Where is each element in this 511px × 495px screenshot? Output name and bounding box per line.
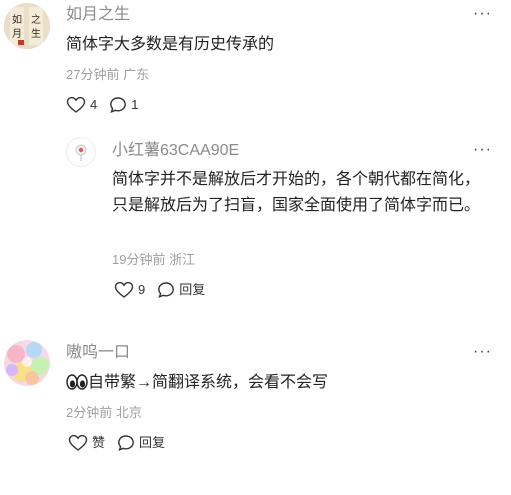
svg-text:生: 生 — [31, 27, 41, 40]
comment-actions: 4 1 — [66, 96, 150, 114]
comment-text: 自带繁→简翻译系统，会看不会写 — [66, 370, 466, 400]
comment-location: 浙江 — [169, 252, 196, 267]
comment-meta: 27分钟前 广东 — [66, 66, 149, 84]
like-label: 赞 — [92, 435, 106, 450]
comment-text: 简体字并不是解放后才开始的，各个朝代都在简化，只是解放后为了扫盲，国家全面使用了… — [112, 171, 481, 214]
svg-text:之: 之 — [31, 13, 41, 26]
heart-outline-icon — [66, 96, 86, 113]
comment-text-body: 自带繁→简翻译系统，会看不会写 — [88, 374, 329, 391]
avatar-image-icon — [4, 340, 50, 386]
eyes-emoji-icon — [66, 374, 88, 390]
reply-count: 1 — [131, 97, 139, 112]
default-avatar-icon — [75, 144, 87, 161]
comment-actions: 赞 回复 — [68, 434, 177, 452]
comment-time: 19分钟前 — [112, 252, 166, 267]
speech-bubble-icon — [158, 282, 175, 299]
comment-meta: 2分钟前 北京 — [66, 404, 142, 422]
like-count: 9 — [138, 282, 146, 297]
reply-label: 回复 — [179, 282, 206, 297]
reply-button[interactable]: 1 — [109, 96, 138, 114]
comment-text: 简体字大多数是有历史传承的 — [66, 36, 275, 53]
avatar-image-icon: 如 月 之 生 — [4, 3, 50, 49]
more-dots-icon[interactable]: ··· — [473, 142, 491, 163]
comment-time: 2分钟前 — [66, 405, 113, 420]
speech-bubble-icon — [118, 435, 134, 452]
more-dots-icon[interactable]: ··· — [473, 344, 491, 365]
comment-location: 北京 — [115, 405, 142, 420]
avatar[interactable] — [4, 340, 50, 386]
comment-time: 27分钟前 — [66, 67, 120, 82]
heart-outline-icon — [114, 281, 134, 298]
comment-username[interactable]: 嗷呜一口 — [66, 343, 130, 363]
like-button[interactable]: 4 — [66, 96, 97, 114]
reply-label: 回复 — [139, 435, 166, 450]
eyes-emoji — [66, 373, 88, 400]
reply-button[interactable]: 回复 — [117, 434, 165, 452]
like-button[interactable]: 赞 — [68, 434, 105, 452]
svg-text:月: 月 — [12, 28, 22, 40]
comment-location: 广东 — [123, 67, 150, 82]
speech-bubble-icon — [110, 97, 127, 114]
comment-username[interactable]: 小红薯63CAA90E — [112, 141, 239, 161]
svg-text:如: 如 — [12, 13, 22, 26]
like-count: 4 — [90, 97, 98, 112]
heart-outline-icon — [68, 434, 88, 451]
avatar[interactable] — [66, 137, 96, 167]
more-dots-icon[interactable]: ··· — [473, 6, 491, 27]
comment-actions: 9 回复 — [114, 281, 217, 299]
like-button[interactable]: 9 — [114, 281, 145, 299]
reply-button[interactable]: 回复 — [157, 281, 205, 299]
comment-username[interactable]: 如月之生 — [66, 5, 130, 25]
comment-meta: 19分钟前 浙江 — [112, 251, 195, 269]
avatar[interactable]: 如 月 之 生 — [4, 3, 50, 49]
